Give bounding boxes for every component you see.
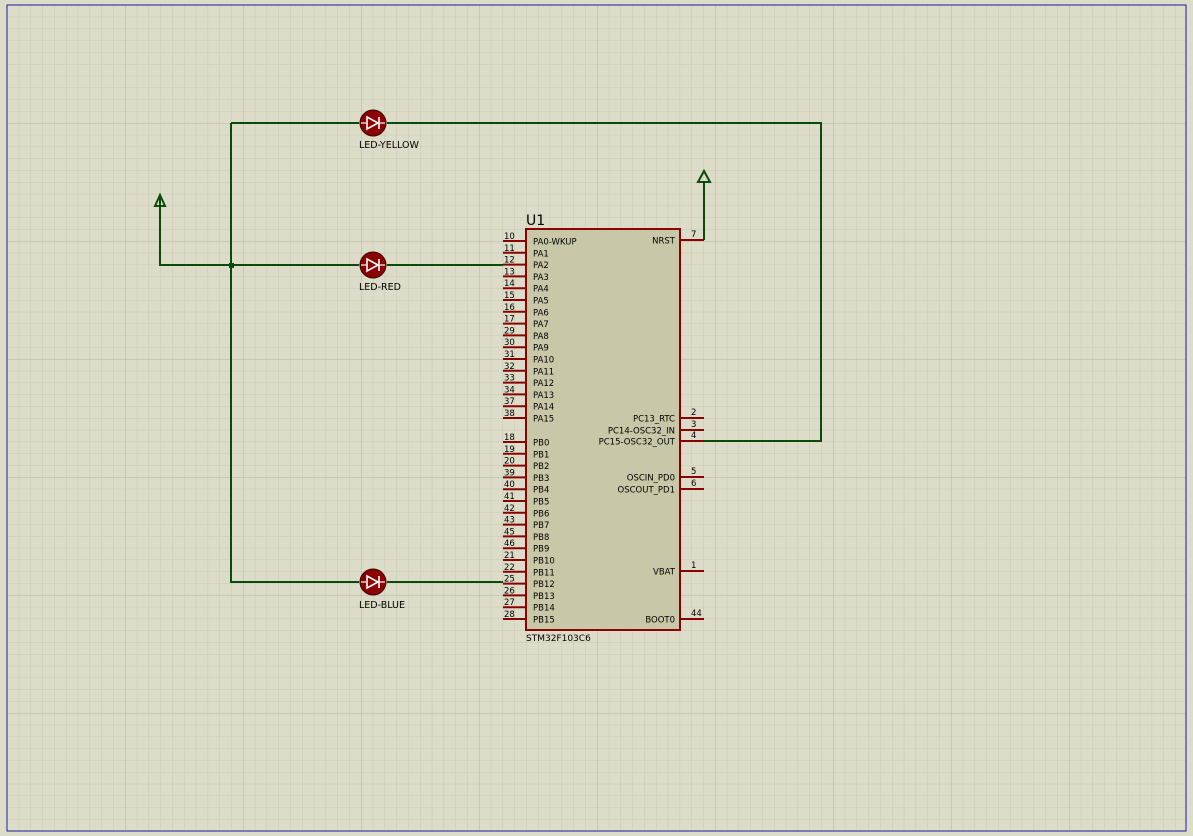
- pin-label: PA2: [533, 261, 549, 271]
- pin-label: PB2: [533, 462, 549, 472]
- schematic-canvas[interactable]: LED-YELLOW LED-RED LED-BLUE U1 STM32F103…: [0, 0, 1193, 836]
- pin-label: PA14: [533, 403, 554, 413]
- pin-label: PA1: [533, 249, 549, 259]
- pin-number: 32: [504, 362, 515, 372]
- pin-label: PB9: [533, 545, 549, 555]
- pin-number: 4: [691, 431, 696, 441]
- pin-number: 27: [504, 598, 515, 608]
- pin-number: 25: [504, 575, 515, 585]
- pin-number: 10: [504, 232, 515, 242]
- pin-label: PB4: [533, 486, 549, 496]
- chip-ref: U1: [526, 213, 545, 229]
- pin-number: 15: [504, 291, 515, 301]
- pin-number: 11: [504, 244, 515, 254]
- pin-number: 38: [504, 409, 515, 419]
- pin-number: 28: [504, 610, 515, 620]
- led-yellow-label: LED-YELLOW: [359, 140, 419, 151]
- pin-number: 14: [504, 279, 515, 289]
- pin-number: 31: [504, 350, 515, 360]
- pin-number: 3: [691, 420, 696, 430]
- pin-label: PA7: [533, 320, 549, 330]
- pin-label: PB15: [533, 616, 555, 626]
- pin-number: 39: [504, 468, 515, 478]
- pin-number: 7: [691, 230, 696, 240]
- pin-number: 37: [504, 397, 515, 407]
- led-red[interactable]: [359, 251, 387, 279]
- pin-label: PA8: [533, 332, 549, 342]
- pin-label: PA0-WKUP: [533, 238, 577, 248]
- pin-label: PA4: [533, 285, 549, 295]
- pin-label: PB5: [533, 498, 549, 508]
- led-red-label: LED-RED: [359, 282, 401, 293]
- pin-label: PB8: [533, 533, 549, 543]
- pin-label: PB13: [533, 592, 555, 602]
- pin-number: 22: [504, 563, 515, 573]
- pin-number: 13: [504, 267, 515, 277]
- pin-label: PA5: [533, 297, 549, 307]
- pin-label: PC15-OSC32_OUT: [599, 438, 676, 448]
- led-yellow[interactable]: [359, 109, 387, 137]
- led-blue-label: LED-BLUE: [359, 600, 405, 611]
- pin-label: PA9: [533, 344, 549, 354]
- pin-label: PA10: [533, 356, 554, 366]
- pin-label: NRST: [652, 237, 676, 247]
- pin-number: 40: [504, 480, 515, 490]
- pin-label: PA12: [533, 379, 554, 389]
- pin-number: 34: [504, 385, 515, 395]
- pin-label: PA13: [533, 391, 554, 401]
- pin-label: PC14-OSC32_IN: [608, 427, 675, 437]
- pin-label: BOOT0: [645, 616, 675, 626]
- wire-junction: [229, 263, 234, 268]
- pin-label: PA6: [533, 308, 549, 318]
- pin-number: 42: [504, 504, 515, 514]
- pin-label: PB1: [533, 450, 549, 460]
- pin-label: PA15: [533, 415, 554, 425]
- pin-label: PC13_RTC: [633, 415, 675, 425]
- pin-number: 43: [504, 516, 515, 526]
- pin-number: 20: [504, 457, 515, 467]
- pin-label: PB3: [533, 474, 549, 484]
- pin-number: 44: [691, 609, 702, 619]
- pin-number: 1: [691, 561, 696, 571]
- pin-number: 5: [691, 467, 696, 477]
- pin-number: 17: [504, 315, 515, 325]
- pin-label: PA3: [533, 273, 549, 283]
- pin-label: PB0: [533, 439, 549, 449]
- chip-part: STM32F103C6: [526, 634, 591, 644]
- pin-number: 16: [504, 303, 515, 313]
- pin-label: PB12: [533, 580, 555, 590]
- pin-label: PB11: [533, 568, 555, 578]
- pin-number: 19: [504, 445, 515, 455]
- led-blue[interactable]: [359, 568, 387, 596]
- pin-number: 46: [504, 539, 515, 549]
- pin-number: 18: [504, 433, 515, 443]
- pin-number: 29: [504, 326, 515, 336]
- pin-number: 30: [504, 338, 515, 348]
- pin-label: VBAT: [653, 568, 676, 578]
- pin-number: 12: [504, 256, 515, 266]
- pin-label: OSCIN_PD0: [627, 474, 675, 484]
- pin-label: OSCOUT_PD1: [618, 486, 675, 496]
- pin-number: 45: [504, 527, 515, 537]
- pin-number: 33: [504, 374, 515, 384]
- pin-label: PA11: [533, 367, 554, 377]
- pin-label: PB7: [533, 521, 549, 531]
- pin-label: PB10: [533, 557, 555, 567]
- pin-number: 21: [504, 551, 515, 561]
- pin-number: 6: [691, 479, 696, 489]
- pin-number: 41: [504, 492, 515, 502]
- pin-number: 2: [691, 408, 696, 418]
- pin-label: PB6: [533, 509, 549, 519]
- pin-number: 26: [504, 586, 515, 596]
- pin-label: PB14: [533, 604, 555, 614]
